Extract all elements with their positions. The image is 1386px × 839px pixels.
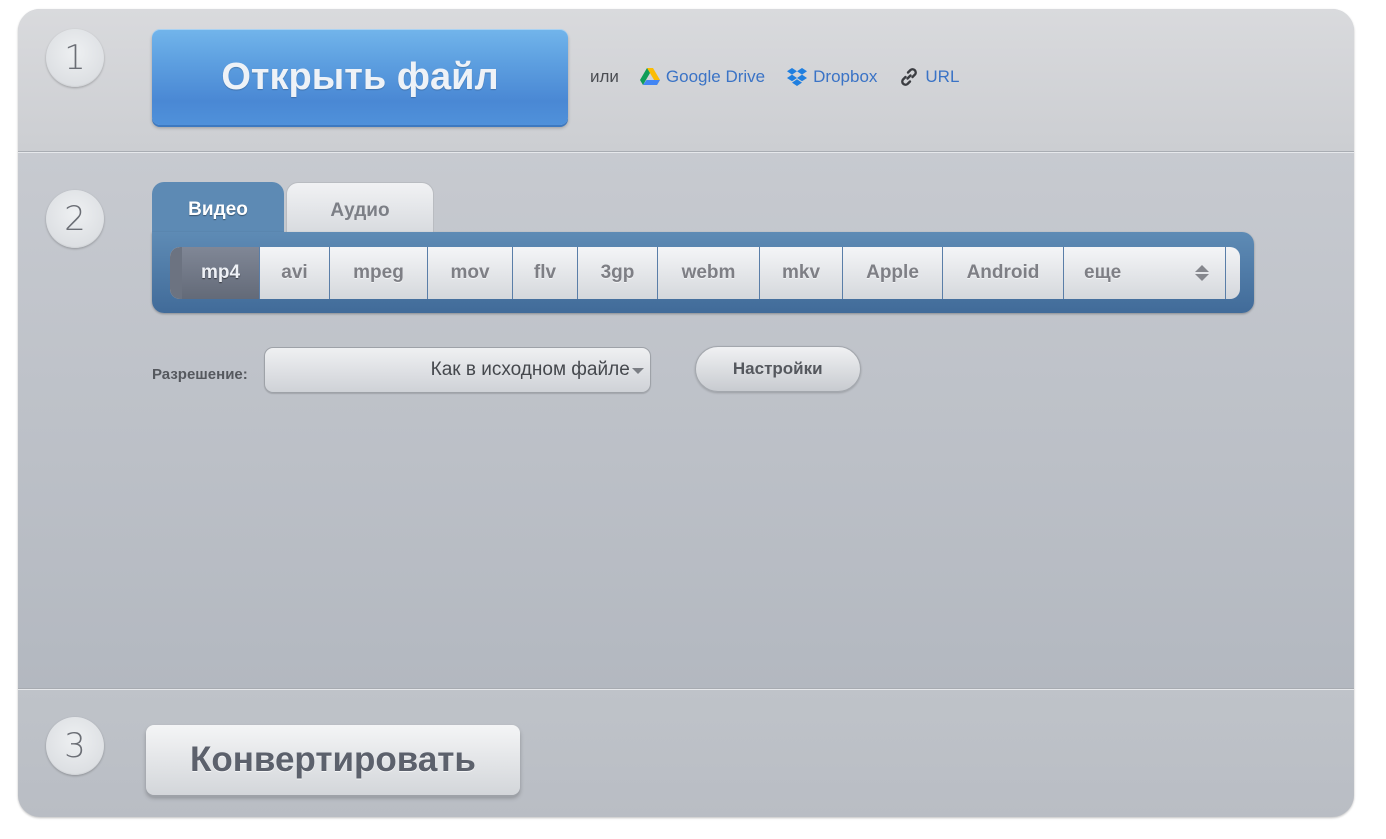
updown-icon [1195, 265, 1209, 281]
format-more-label: еще [1084, 262, 1122, 283]
format-apple[interactable]: Apple [843, 247, 943, 299]
resolution-label: Разрешение: [152, 365, 248, 383]
format-android[interactable]: Android [943, 247, 1064, 299]
url-link[interactable]: URL [899, 67, 959, 87]
step-2-badge: 2 [46, 190, 104, 248]
format-mkv[interactable]: mkv [760, 247, 843, 299]
google-drive-icon [639, 67, 660, 87]
resolution-select[interactable]: Как в исходном файле [263, 347, 651, 393]
step-3-badge: 3 [46, 717, 104, 775]
dropbox-icon [787, 67, 808, 87]
format-tabs: Видео Аудио mp4 avi mpeg mov flv 3gp web… [152, 182, 1254, 314]
format-webm[interactable]: webm [658, 247, 760, 299]
step-2-section: 2 Видео Аудио mp4 avi mpeg mov flv 3gp w… [18, 151, 1354, 688]
step-1-badge: 1 [46, 29, 104, 87]
url-label: URL [925, 67, 960, 86]
resolution-value: Как в исходном файле [430, 359, 630, 380]
settings-button[interactable]: Настройки [694, 346, 861, 392]
link-icon [899, 67, 919, 87]
format-flv[interactable]: flv [513, 247, 578, 299]
chevron-down-icon [631, 368, 644, 374]
step-3-section: 3 Конвертировать [18, 688, 1354, 817]
format-mov[interactable]: mov [428, 247, 513, 299]
format-bar: mp4 avi mpeg mov flv 3gp webm mkv Apple … [170, 247, 1240, 299]
format-mpeg[interactable]: mpeg [330, 247, 428, 299]
converter-panel: 1 Открыть файл или Google Drive Dropbox … [18, 9, 1354, 817]
dropbox-link[interactable]: Dropbox [787, 67, 877, 87]
format-avi[interactable]: avi [260, 247, 330, 299]
or-label: или [590, 67, 619, 86]
format-panel: mp4 avi mpeg mov flv 3gp webm mkv Apple … [152, 232, 1254, 313]
google-drive-label: Google Drive [665, 67, 766, 86]
tab-video[interactable]: Видео [152, 182, 284, 238]
resolution-row: Разрешение: Как в исходном файле Настрой… [152, 346, 861, 393]
step-1-section: 1 Открыть файл или Google Drive Dropbox … [18, 9, 1354, 151]
convert-button[interactable]: Конвертировать [146, 725, 520, 795]
format-mp4[interactable]: mp4 [170, 247, 260, 299]
format-3gp[interactable]: 3gp [578, 247, 658, 299]
open-file-button[interactable]: Открыть файл [152, 29, 568, 125]
format-more-select[interactable]: еще [1064, 247, 1226, 299]
tab-audio[interactable]: Аудио [286, 182, 434, 232]
dropbox-label: Dropbox [813, 67, 878, 86]
alt-sources: или Google Drive Dropbox URL [590, 67, 981, 87]
google-drive-link[interactable]: Google Drive [639, 67, 766, 87]
